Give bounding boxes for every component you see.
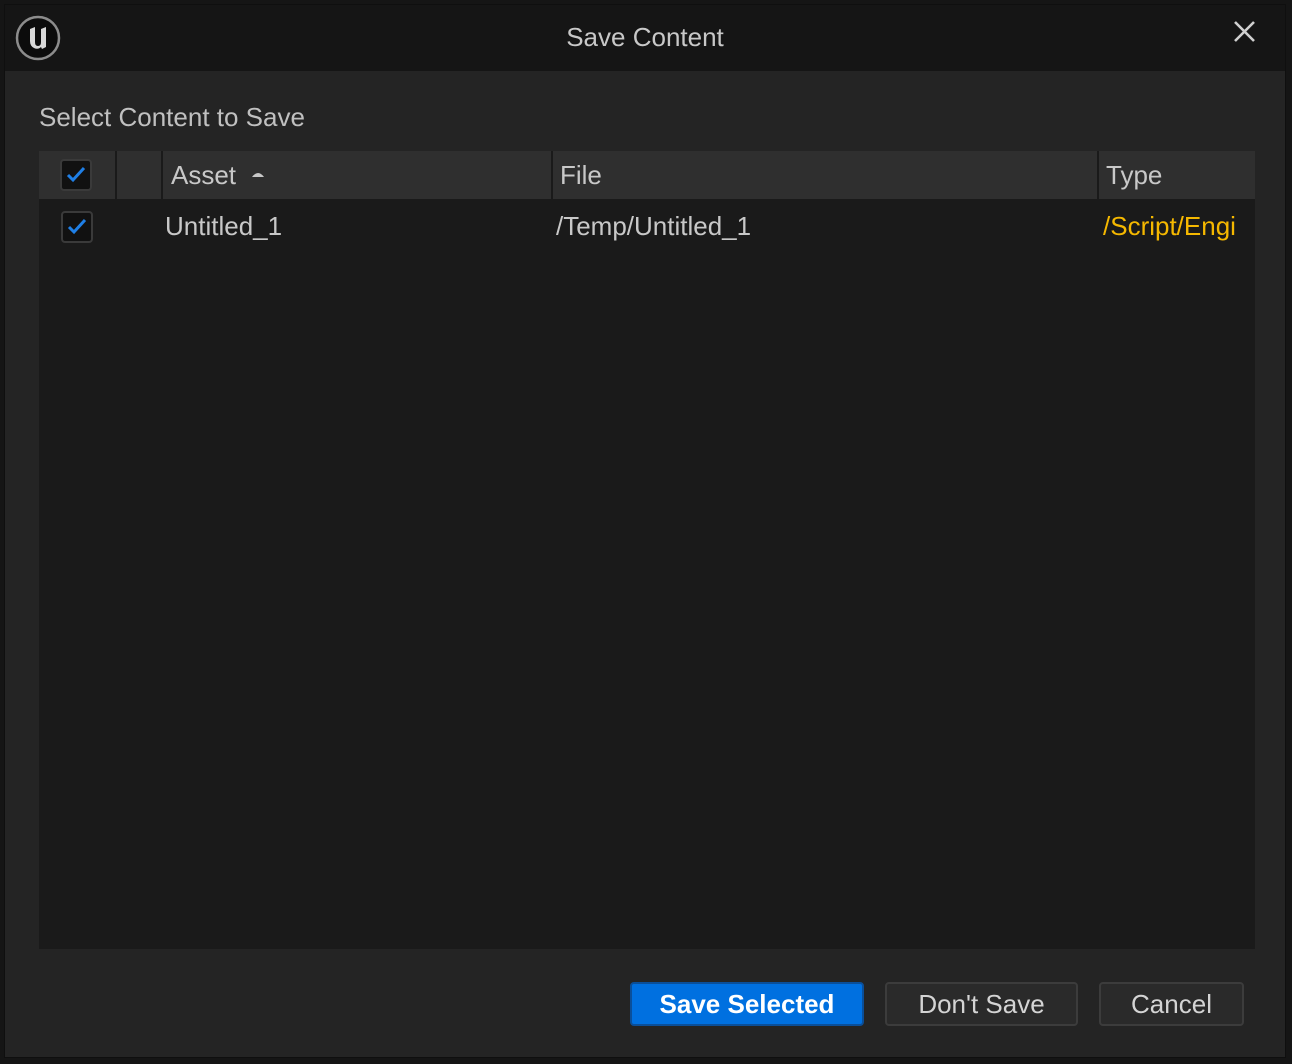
- dont-save-button[interactable]: Don't Save: [885, 982, 1078, 1026]
- column-divider[interactable]: [551, 151, 553, 199]
- column-header-type[interactable]: Type: [1106, 151, 1255, 199]
- row-checkbox[interactable]: [61, 211, 93, 243]
- section-label: Select Content to Save: [39, 102, 305, 132]
- close-icon[interactable]: [1229, 17, 1259, 47]
- checkmark-icon: [66, 166, 86, 183]
- column-header-asset[interactable]: Asset: [171, 151, 551, 199]
- table-header: Asset File Type: [39, 151, 1255, 199]
- column-label-file: File: [560, 160, 602, 190]
- content-table: Asset File Type Untitled_1 /Temp/Untitle: [39, 151, 1255, 949]
- save-selected-button[interactable]: Save Selected: [630, 982, 864, 1026]
- select-all-checkbox[interactable]: [60, 159, 92, 191]
- column-label-asset: Asset: [171, 160, 237, 190]
- title-bar: Save Content: [5, 5, 1285, 71]
- asset-type: /Script/Engi: [1103, 211, 1236, 241]
- column-header-file[interactable]: File: [560, 151, 1095, 199]
- window-title: Save Content: [566, 22, 724, 52]
- checkmark-icon: [67, 218, 87, 235]
- sort-ascending-icon: [252, 173, 264, 177]
- file-path: /Temp/Untitled_1: [556, 211, 752, 241]
- column-label-type: Type: [1106, 160, 1163, 190]
- cancel-button[interactable]: Cancel: [1099, 982, 1244, 1026]
- asset-name: Untitled_1: [165, 211, 283, 241]
- column-divider[interactable]: [1097, 151, 1099, 199]
- table-row[interactable]: Untitled_1 /Temp/Untitled_1 /Script/Engi: [39, 201, 1255, 251]
- column-divider[interactable]: [161, 151, 163, 199]
- column-divider: [115, 151, 117, 199]
- save-content-dialog: Save Content Select Content to Save Asse…: [4, 4, 1286, 1058]
